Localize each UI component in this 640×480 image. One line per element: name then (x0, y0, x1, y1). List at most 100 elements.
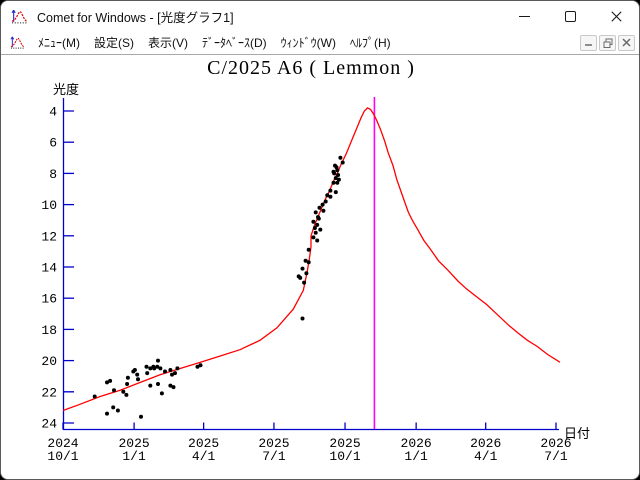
observation-point (145, 365, 149, 369)
app-window: Comet for Windows - [光度グラフ1] ﾒﾆｭｰ(M) 設定(… (0, 0, 640, 480)
y-tick-label: 4 (49, 105, 57, 120)
observation-point (199, 363, 203, 367)
observation-point (298, 276, 302, 280)
minimize-button[interactable] (501, 1, 547, 31)
observation-point (321, 209, 325, 213)
menu-item-database[interactable]: ﾃﾞｰﾀﾍﾞｰｽ(D) (195, 31, 274, 54)
mdi-restore-button[interactable] (599, 35, 616, 51)
observation-point (105, 412, 109, 416)
y-tick-label: 6 (49, 136, 57, 151)
observation-point (332, 171, 336, 175)
mdi-window-buttons (580, 35, 635, 51)
observation-point (112, 388, 116, 392)
menu-bar: ﾒﾆｭｰ(M) 設定(S) 表示(V) ﾃﾞｰﾀﾍﾞｰｽ(D) ｳｨﾝﾄﾞｳ(W… (1, 31, 639, 55)
x-tick-date: 7/1 (262, 449, 286, 464)
y-tick-label: 22 (41, 385, 57, 400)
menu-item-help[interactable]: ﾍﾙﾌﾟ(H) (343, 31, 398, 54)
x-tick-date: 1/1 (404, 449, 428, 464)
observation-point (328, 189, 332, 193)
observation-point (311, 220, 315, 224)
menu-item-menu[interactable]: ﾒﾆｭｰ(M) (31, 31, 87, 54)
observation-point (318, 206, 322, 210)
observation-point (124, 393, 128, 397)
observation-point (321, 203, 325, 207)
x-tick-date: 1/1 (122, 449, 146, 464)
maximize-icon (565, 11, 576, 22)
document-window-icon[interactable] (10, 35, 25, 50)
observation-point (307, 260, 311, 264)
observation-point (136, 377, 140, 381)
observation-point (311, 235, 315, 239)
close-icon (611, 11, 622, 22)
menu-item-view[interactable]: 表示(V) (141, 31, 195, 54)
observation-point (301, 267, 305, 271)
observation-point (335, 168, 339, 172)
observation-point (307, 248, 311, 252)
mdi-close-button[interactable] (618, 35, 635, 51)
observation-point (341, 161, 345, 165)
observation-point (135, 373, 139, 377)
app-icon (11, 8, 28, 25)
y-tick-label: 14 (41, 261, 57, 276)
minimize-icon (519, 16, 530, 17)
chart-area: C/2025 A6 ( Lemmon ) 光度 日付 4681012141618… (1, 55, 639, 479)
observation-point (93, 395, 97, 399)
observation-point (334, 190, 338, 194)
observation-point (125, 382, 129, 386)
x-tick-date: 4/1 (474, 449, 498, 464)
observation-point (314, 231, 318, 235)
window-title: Comet for Windows - [光度グラフ1] (37, 7, 234, 26)
observation-point (173, 371, 177, 375)
caption-buttons (501, 1, 639, 31)
y-tick-label: 20 (41, 354, 57, 369)
x-tick-date: 10/1 (329, 449, 360, 464)
y-tick-label: 10 (41, 198, 57, 213)
observation-point (133, 368, 137, 372)
observation-point (332, 181, 336, 185)
observation-point (304, 271, 308, 275)
observation-point (145, 371, 149, 375)
observation-point (324, 200, 328, 204)
close-button[interactable] (593, 1, 639, 31)
title-bar: Comet for Windows - [光度グラフ1] (1, 1, 639, 31)
observation-point (317, 217, 321, 221)
mdi-minimize-icon (584, 38, 593, 47)
mdi-restore-icon (603, 38, 613, 48)
x-tick-date: 4/1 (192, 449, 216, 464)
menu-item-window[interactable]: ｳｨﾝﾄﾞｳ(W) (274, 31, 343, 54)
y-tick-label: 8 (49, 167, 57, 182)
observation-point (158, 366, 162, 370)
y-tick-label: 18 (41, 323, 57, 338)
observation-point (156, 359, 160, 363)
model-curve (63, 108, 560, 411)
observation-point (315, 239, 319, 243)
observation-point (168, 368, 172, 372)
mdi-minimize-button[interactable] (580, 35, 597, 51)
observation-point (328, 195, 332, 199)
observation-point (163, 370, 167, 374)
observation-point (121, 390, 125, 394)
menu-item-settings[interactable]: 設定(S) (87, 31, 141, 54)
y-tick-label: 16 (41, 292, 57, 307)
light-curve-plot: 4681012141618202224202410/120251/120254/… (1, 55, 639, 479)
observation-point (156, 382, 160, 386)
observation-point (111, 405, 115, 409)
observation-point (172, 385, 176, 389)
observation-point (315, 223, 319, 227)
observation-point (116, 409, 120, 413)
x-tick-date: 10/1 (47, 449, 78, 464)
observation-point (108, 379, 112, 383)
observation-point (301, 317, 305, 321)
maximize-button[interactable] (547, 1, 593, 31)
y-tick-label: 24 (41, 417, 57, 432)
observation-point (336, 173, 340, 177)
observation-point (318, 228, 322, 232)
observation-point (338, 156, 342, 160)
observation-point (314, 210, 318, 214)
observation-point (139, 415, 143, 419)
observation-point (175, 366, 179, 370)
observation-point (126, 376, 130, 380)
observation-point (160, 391, 164, 395)
mdi-close-icon (622, 38, 631, 47)
x-tick-date: 7/1 (544, 449, 568, 464)
